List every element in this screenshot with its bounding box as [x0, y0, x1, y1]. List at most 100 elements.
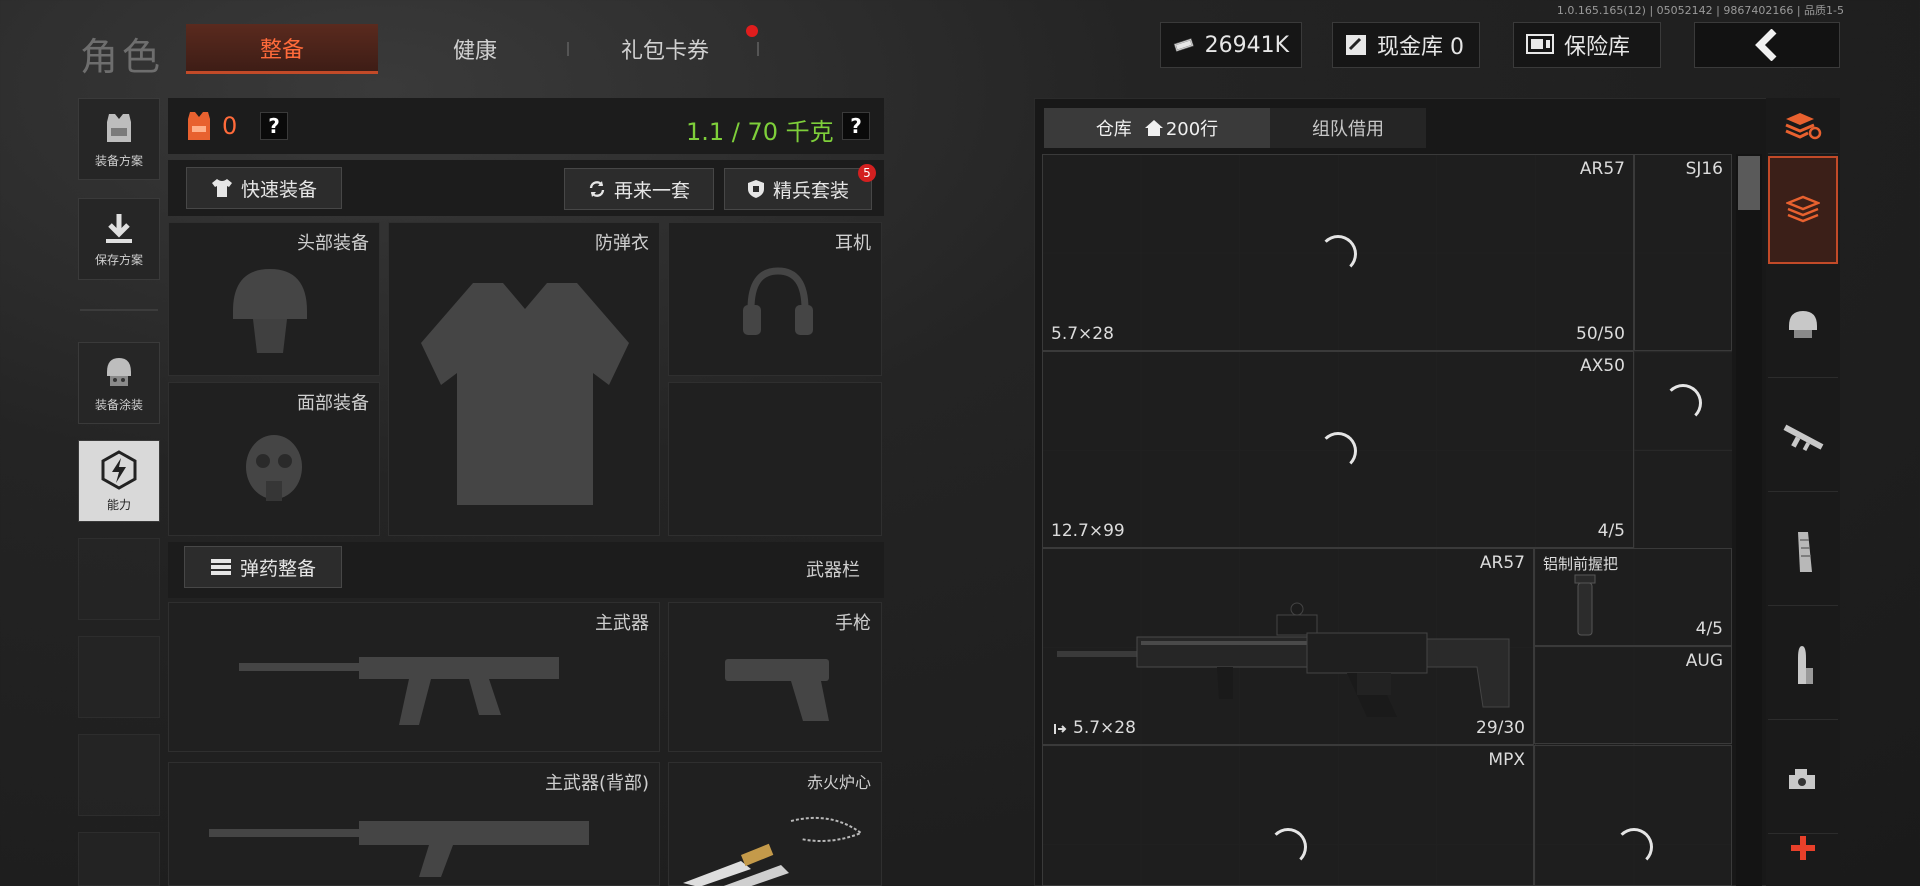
armor-count: 0 [222, 112, 238, 140]
weapon-bar-label: 武器栏 [806, 560, 860, 581]
item-name: AUG [1685, 651, 1723, 671]
filter-weapons[interactable] [1768, 384, 1838, 492]
tab-equipment[interactable]: 整备 [186, 24, 378, 74]
ammo-resupply-label: 弹药整备 [239, 557, 316, 580]
headset-silhouette-icon [743, 267, 813, 335]
cash-vault-label: 现金库 0 [1377, 35, 1464, 60]
page-title: 角色 [80, 35, 165, 79]
quick-equip-button[interactable]: 快速装备 [186, 167, 342, 209]
elite-set-badge: 5 [858, 164, 876, 182]
tab-team-borrow[interactable]: 组队借用 [1270, 108, 1426, 148]
vest-icon [107, 113, 131, 142]
loading-icon [1319, 432, 1357, 470]
vest-silhouette-icon [421, 283, 629, 505]
armor-icon [188, 112, 210, 140]
slot-pistol[interactable]: 手枪 [668, 602, 882, 752]
version-info: 1.0.165.165(12) | 05052142 | 9867402166 … [1556, 4, 1844, 17]
slot-head[interactable]: 头部装备 [168, 222, 380, 376]
filter-magazines[interactable] [1768, 498, 1838, 606]
quick-equip-label: 快速装备 [240, 178, 317, 201]
slot-label: 防弹衣 [595, 233, 649, 254]
sidebar-item-loadout-plan[interactable]: 装备方案 [78, 98, 160, 180]
sidebar-item-save-plan[interactable]: 保存方案 [78, 198, 160, 280]
slot-primary-weapon-back[interactable]: 主武器(背部) [168, 762, 660, 886]
tab-health[interactable]: 健康 [380, 24, 570, 74]
sidebar-empty-slot [78, 636, 160, 718]
scrollbar-thumb[interactable] [1738, 156, 1760, 210]
lightning-icon [101, 449, 137, 490]
back-button[interactable] [1694, 22, 1840, 68]
sidebar-empty-slot [78, 734, 160, 816]
inventory-item[interactable]: AR57 5.7×28 29/30 [1042, 548, 1534, 745]
sidebar-item-abilities[interactable]: 能力 [78, 440, 160, 522]
loading-icon [1615, 828, 1653, 866]
loading-icon [1319, 235, 1357, 273]
item-name: SJ16 [1685, 159, 1723, 179]
download-icon [106, 213, 132, 243]
slot-label: 手枪 [835, 613, 871, 634]
slot-headset[interactable]: 耳机 [668, 222, 882, 376]
sidebar-item-skins[interactable]: 装备涂装 [78, 342, 160, 424]
loading-icon [1664, 384, 1702, 422]
shirt-icon [211, 179, 232, 197]
chevron-left-icon [1755, 29, 1777, 61]
cash-vault-button[interactable]: 现金库 0 [1332, 22, 1480, 68]
stack-refresh-icon [1785, 112, 1822, 139]
inventory-item[interactable]: AX50 12.7×99 4/5 [1042, 351, 1634, 548]
inventory-item[interactable]: SJ16 [1634, 154, 1732, 351]
slot-vest[interactable]: 防弹衣 [388, 222, 660, 536]
slot-primary-weapon[interactable]: 主武器 [168, 602, 660, 752]
redo-set-button[interactable]: 再来一套 [564, 168, 714, 210]
inventory-item[interactable] [1534, 745, 1732, 886]
add-filter-button[interactable] [1768, 812, 1838, 884]
refresh-icon [589, 181, 605, 197]
inventory-item[interactable]: 铝制前握把 4/5 [1534, 548, 1732, 646]
tab-gift-cards[interactable]: 礼包卡券 [570, 24, 760, 74]
slot-label: 主武器(背部) [544, 773, 649, 794]
layers-icon [1786, 195, 1820, 223]
gas-mask-silhouette-icon [246, 435, 302, 501]
armor-help-button[interactable]: ? [260, 112, 288, 140]
tab-divider [757, 42, 759, 56]
slot-melee[interactable]: 赤火炉心 [668, 762, 882, 886]
warehouse-scrollbar[interactable] [1736, 154, 1762, 886]
notification-dot [746, 25, 758, 37]
item-caliber: 5.7×28 [1073, 718, 1136, 738]
scope-icon [1789, 768, 1815, 789]
bullet-icon [1798, 645, 1813, 684]
item-name: MPX [1488, 750, 1525, 770]
money-value: 26941K [1204, 32, 1289, 58]
safe-box-button[interactable]: 保险库 [1513, 22, 1661, 68]
assault-rifle-icon [1057, 602, 1510, 717]
shield-icon [747, 180, 764, 198]
cash-icon [1173, 38, 1194, 52]
ammo-resupply-button[interactable]: 弹药整备 [184, 546, 342, 588]
slot-face[interactable]: 面部装备 [168, 382, 380, 536]
inventory-item[interactable]: MPX [1042, 745, 1534, 886]
elite-set-label: 精兵套装 [772, 179, 849, 202]
magazine-icon [1798, 531, 1812, 572]
inventory-item[interactable]: AR57 5.7×28 50/50 [1042, 154, 1634, 351]
rifle-silhouette-icon [239, 657, 559, 725]
slot-label: 赤火炉心 [806, 773, 871, 792]
rifle-icon [1783, 424, 1824, 451]
tab-warehouse[interactable]: 仓库 200行 [1044, 108, 1270, 148]
warehouse-tab-label: 仓库 [1095, 119, 1132, 140]
safe-icon [1526, 34, 1554, 54]
item-count: 29/30 [1476, 718, 1525, 738]
filter-sort-button[interactable] [1768, 98, 1838, 154]
slot-label: 耳机 [835, 233, 871, 254]
item-caliber: 5.7×28 [1051, 324, 1114, 344]
inventory-item[interactable]: AUG [1534, 646, 1732, 744]
sidebar-item-label: 能力 [106, 497, 131, 512]
helmet-silhouette-icon [233, 269, 307, 353]
knife-icon [683, 816, 864, 886]
filter-all[interactable] [1768, 156, 1838, 264]
weight-help-button[interactable]: ? [842, 112, 870, 140]
item-name: AR57 [1479, 553, 1525, 573]
sidebar-empty-slot [78, 538, 160, 620]
filter-ammo[interactable] [1768, 612, 1838, 720]
filter-armor[interactable] [1768, 270, 1838, 378]
elite-set-button[interactable]: 精兵套装 [724, 168, 872, 210]
warehouse-rows-label: 200行 [1165, 119, 1219, 140]
